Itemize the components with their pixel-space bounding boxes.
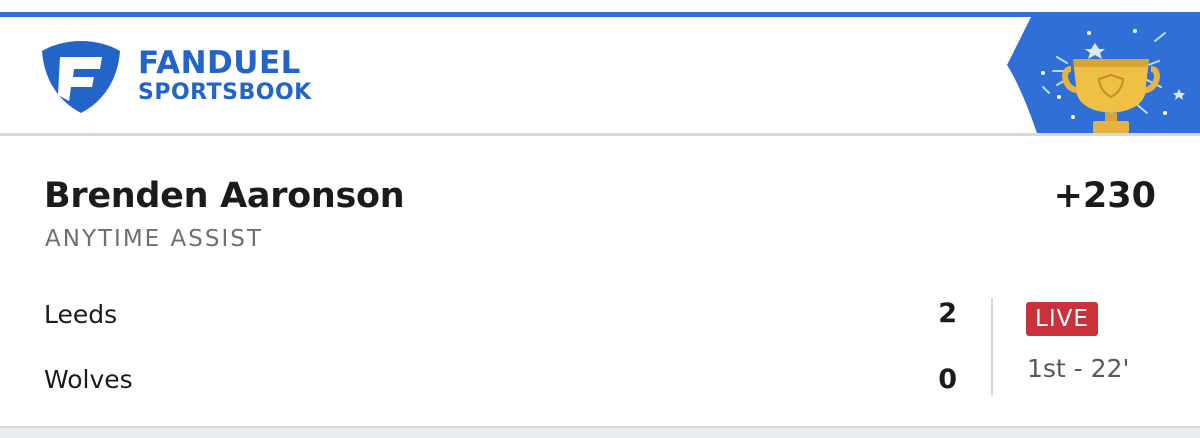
fanduel-sportsbook-logo[interactable]: FANDUEL SPORTSBOOK [40,39,340,119]
logo-text: FANDUEL SPORTSBOOK [138,47,312,107]
fanduel-shield-icon [42,41,120,113]
score-divider [991,298,993,396]
brand-name: FANDUEL [138,45,301,81]
bet-market: ANYTIME ASSIST [45,226,263,252]
header: FANDUEL SPORTSBOOK [0,17,1200,136]
team-name-home: Leeds [44,300,118,329]
game-clock: 1st - 22' [1027,354,1130,383]
trophy-icon[interactable] [1003,17,1200,133]
team-name-away: Wolves [44,365,133,394]
team-score-home: 2 [938,298,957,329]
odds-value: +230 [1053,176,1156,216]
bet-card[interactable]: Brenden Aaronson ANYTIME ASSIST +230 Lee… [0,136,1200,426]
live-status-badge: LIVE [1026,302,1098,336]
top-strip [0,0,1200,12]
bottom-border [0,426,1200,438]
team-score-away: 0 [938,364,957,395]
brand-subtitle: SPORTSBOOK [138,80,312,105]
player-name: Brenden Aaronson [44,176,405,216]
